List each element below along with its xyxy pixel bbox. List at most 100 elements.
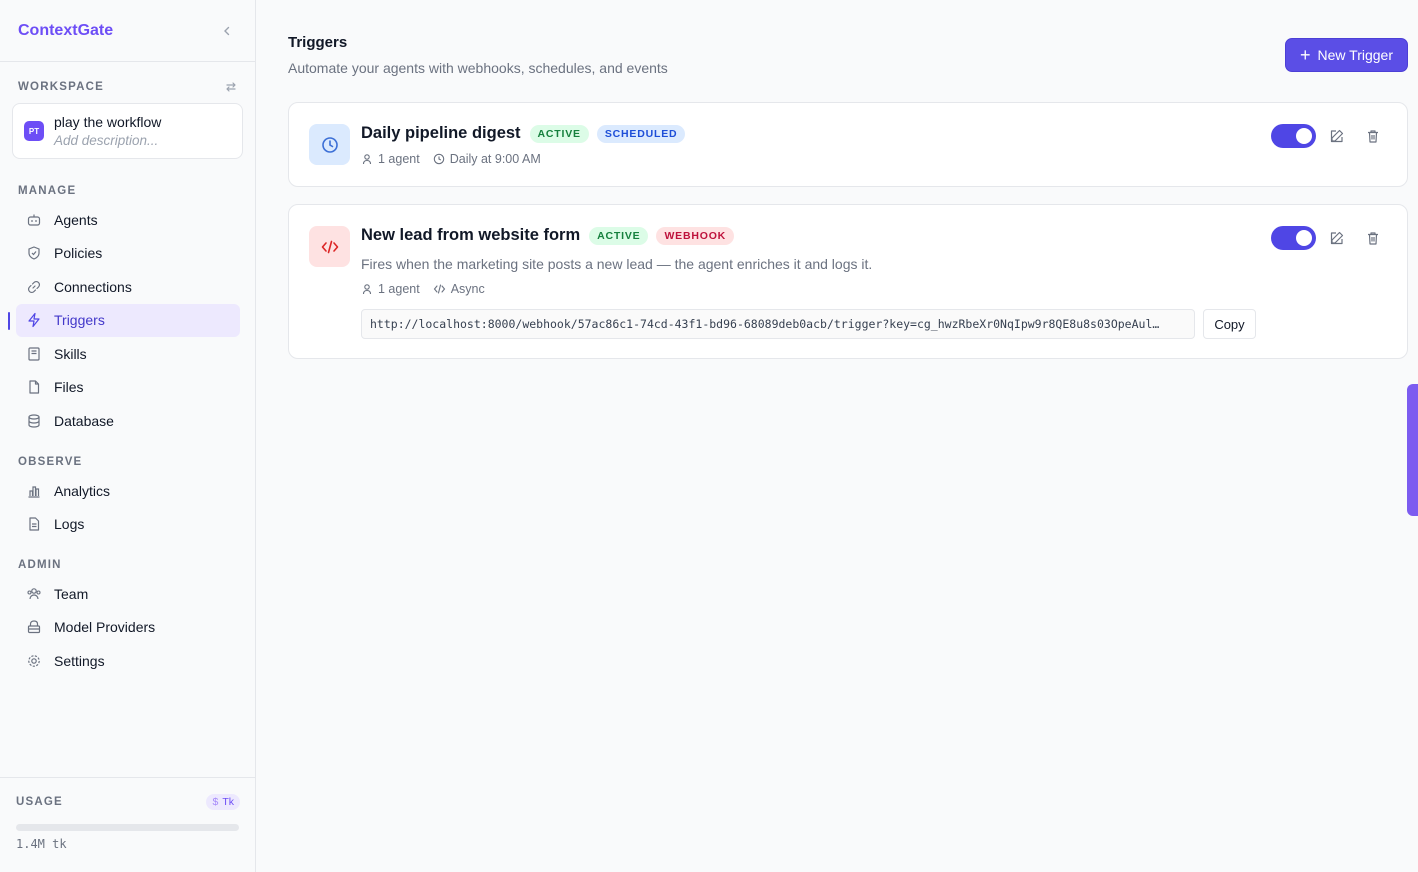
sidebar-item-database[interactable]: Database	[16, 404, 240, 438]
sidebar-item-triggers[interactable]: Triggers	[8, 303, 240, 337]
sidebar-item-agents[interactable]: Agents	[16, 203, 240, 237]
brand-text-gate: Gate	[77, 21, 114, 39]
workspace-label: WORKSPACE	[18, 81, 104, 93]
sidebar-item-label: Logs	[54, 516, 85, 533]
trigger-name: Daily pipeline digest	[361, 124, 521, 142]
bot-icon	[26, 212, 42, 228]
trigger-description: Fires when the marketing site posts a ne…	[361, 256, 873, 272]
file-text-icon	[26, 516, 42, 532]
lock-box-icon	[26, 619, 42, 635]
usage-unit-toggle[interactable]: $ Tk	[206, 794, 240, 810]
workspace-card[interactable]: PT play the workflow Add description...	[12, 103, 243, 159]
collapse-sidebar-button[interactable]	[217, 21, 237, 41]
zap-icon	[26, 312, 42, 328]
sidebar-item-label: Triggers	[54, 312, 105, 329]
code-small-icon	[433, 284, 445, 294]
sidebar-item-label: Settings	[54, 652, 105, 669]
sidebar: ContextGate WORKSPACE PT play the workfl…	[0, 0, 256, 872]
usage-progress-bar	[16, 824, 239, 831]
code-icon	[309, 226, 350, 267]
sidebar-item-skills[interactable]: Skills	[16, 337, 240, 371]
clock-icon	[309, 124, 350, 165]
unit-tokens[interactable]: Tk	[222, 796, 234, 808]
sidebar-item-label: Policies	[54, 245, 103, 262]
trigger-name: New lead from website form	[361, 226, 581, 244]
enable-toggle[interactable]	[1271, 124, 1316, 148]
chevron-left-icon	[224, 26, 230, 35]
status-badge: ACTIVE	[589, 226, 649, 245]
trigger-card[interactable]: Daily pipeline digest ACTIVE SCHEDULED 1…	[288, 102, 1408, 187]
usage-label: USAGE	[16, 796, 63, 808]
edit-icon[interactable]	[1329, 128, 1345, 144]
agent-count: 1 agent	[361, 152, 420, 166]
observe-label: OBSERVE	[18, 456, 83, 468]
bar-chart-icon	[26, 483, 42, 499]
database-icon	[26, 413, 42, 429]
sidebar-item-settings[interactable]: Settings	[16, 644, 240, 678]
switch-workspace-icon[interactable]	[224, 80, 238, 94]
new-trigger-label: New Trigger	[1317, 47, 1393, 63]
type-badge: SCHEDULED	[596, 124, 686, 143]
toggle-knob	[1296, 128, 1312, 144]
sidebar-item-label: Agents	[54, 211, 98, 228]
gear-icon	[26, 653, 42, 669]
sidebar-item-label: Files	[54, 379, 84, 396]
assistant-drawer-handle[interactable]	[1407, 384, 1418, 516]
webhook-url-field[interactable]: http://localhost:8000/webhook/57ac86c1-7…	[361, 309, 1195, 339]
plus-icon: +	[1300, 45, 1311, 65]
workspace-avatar: PT	[24, 121, 44, 141]
usage-panel: USAGE $ Tk 1.4M tk	[0, 777, 256, 872]
page-title: Triggers	[288, 34, 348, 51]
workspace-name[interactable]: play the workflow	[54, 114, 161, 130]
sidebar-item-label: Model Providers	[54, 619, 156, 636]
status-badge: ACTIVE	[529, 124, 589, 143]
nav-group-observe: OBSERVE Analytics Logs	[0, 456, 256, 541]
clock-small-icon	[433, 153, 444, 165]
sidebar-item-model-providers[interactable]: Model Providers	[16, 611, 240, 645]
workspace-description[interactable]: Add description...	[54, 133, 161, 148]
workspace-header: WORKSPACE	[18, 80, 238, 94]
agent-count: 1 agent	[361, 282, 420, 296]
new-trigger-button[interactable]: + New Trigger	[1285, 38, 1408, 72]
edit-icon[interactable]	[1329, 230, 1345, 246]
trigger-meta: 1 agent Daily at 9:00 AM	[361, 152, 554, 166]
user-icon	[362, 154, 372, 165]
sidebar-item-analytics[interactable]: Analytics	[16, 474, 240, 508]
sidebar-item-label: Analytics	[54, 482, 111, 499]
sidebar-item-policies[interactable]: Policies	[16, 237, 240, 271]
agent-count-text: 1 agent	[378, 282, 420, 296]
enable-toggle[interactable]	[1271, 226, 1316, 250]
agent-count-text: 1 agent	[378, 152, 420, 166]
link-icon	[26, 279, 42, 295]
users-icon	[26, 586, 42, 602]
book-icon	[26, 346, 42, 362]
file-icon	[26, 379, 42, 395]
schedule-info: Daily at 9:00 AM	[433, 152, 541, 166]
sidebar-item-connections[interactable]: Connections	[16, 270, 240, 304]
sidebar-item-label: Database	[54, 412, 114, 429]
mode-text: Async	[450, 282, 485, 296]
user-icon	[362, 284, 372, 295]
sidebar-item-files[interactable]: Files	[16, 371, 240, 405]
nav-group-admin: ADMIN Team Model Providers Settings	[0, 559, 256, 678]
toggle-knob	[1296, 230, 1312, 246]
sidebar-item-label: Team	[54, 585, 89, 602]
manage-label: MANAGE	[18, 185, 77, 197]
unit-dollar[interactable]: $	[212, 796, 218, 808]
trash-icon[interactable]	[1365, 230, 1381, 246]
mode-info: Async	[433, 282, 485, 296]
schedule-text: Daily at 9:00 AM	[449, 152, 541, 166]
sidebar-item-label: Connections	[54, 278, 132, 295]
usage-value: 1.4M tk	[16, 837, 67, 851]
trash-icon[interactable]	[1365, 128, 1381, 144]
sidebar-item-team[interactable]: Team	[16, 577, 240, 611]
copy-url-button[interactable]: Copy	[1203, 309, 1256, 339]
sidebar-item-label: Skills	[54, 345, 87, 362]
type-badge: WEBHOOK	[656, 226, 735, 245]
admin-label: ADMIN	[18, 559, 62, 571]
shield-icon	[26, 245, 42, 261]
brand-text-context: Context	[18, 21, 78, 39]
sidebar-item-logs[interactable]: Logs	[16, 508, 240, 542]
trigger-card[interactable]: New lead from website form ACTIVE WEBHOO…	[288, 204, 1408, 359]
app-logo[interactable]: ContextGate	[18, 22, 113, 40]
